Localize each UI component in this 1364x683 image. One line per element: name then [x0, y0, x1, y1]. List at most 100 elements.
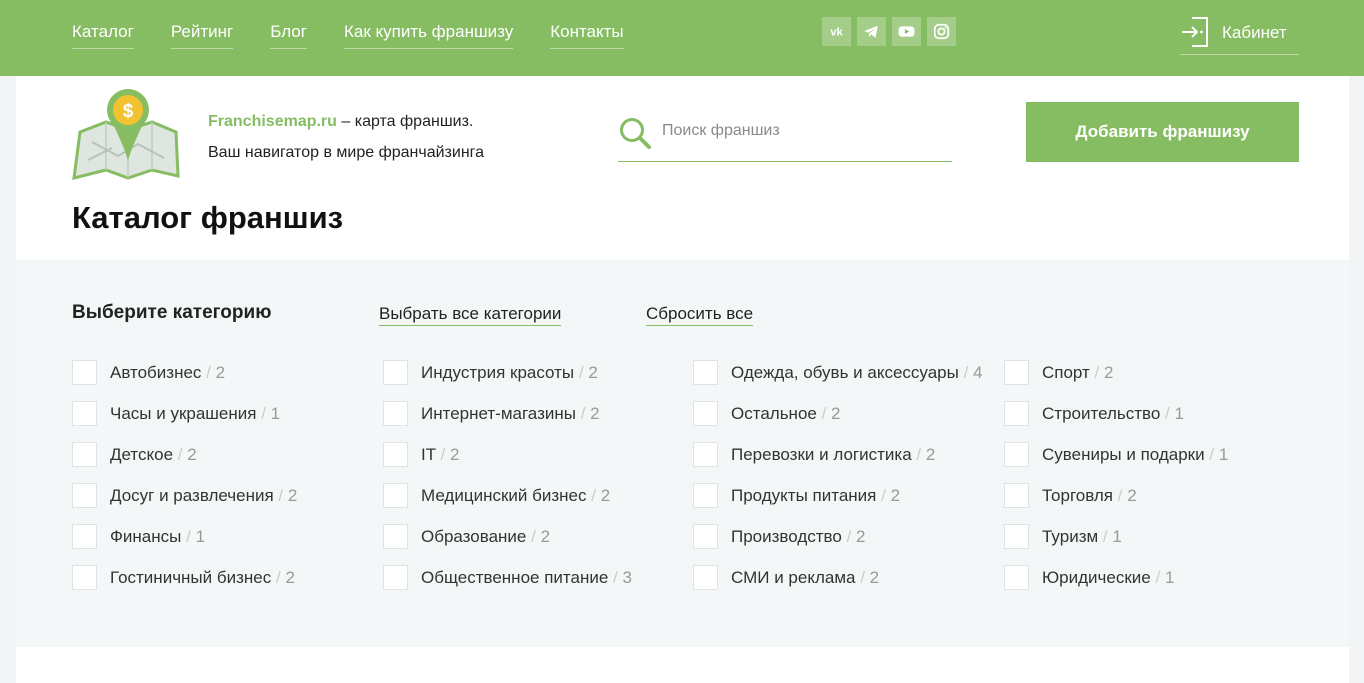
instagram-icon[interactable] — [927, 17, 956, 46]
category-name: Одежда, обувь и аксессуары — [731, 363, 959, 382]
category-item[interactable]: Остальное 2 — [693, 401, 983, 426]
category-checkbox[interactable] — [1004, 524, 1029, 549]
category-item[interactable]: СМИ и реклама 2 — [693, 565, 983, 590]
category-checkbox[interactable] — [72, 483, 97, 508]
category-count: 2 — [881, 486, 900, 505]
category-checkbox[interactable] — [1004, 401, 1029, 426]
category-item[interactable]: Продукты питания 2 — [693, 483, 983, 508]
nav-catalog[interactable]: Каталог — [72, 22, 134, 49]
category-label: Интернет-магазины 2 — [421, 401, 600, 426]
vk-icon[interactable]: vk — [822, 17, 851, 46]
category-item[interactable]: Торговля 2 — [1004, 483, 1294, 508]
category-count: 1 — [1209, 445, 1228, 464]
category-item[interactable]: Детское 2 — [72, 442, 362, 467]
category-name: Сувениры и подарки — [1042, 445, 1205, 464]
category-label: Остальное 2 — [731, 401, 841, 426]
telegram-icon[interactable] — [857, 17, 886, 46]
category-item[interactable]: Общественное питание 3 — [383, 565, 673, 590]
category-item[interactable]: Интернет-магазины 2 — [383, 401, 673, 426]
category-checkbox[interactable] — [383, 483, 408, 508]
category-checkbox[interactable] — [72, 565, 97, 590]
map-coin-pin-logo[interactable]: $ — [72, 86, 182, 182]
category-count: 1 — [261, 404, 280, 423]
category-count: 4 — [964, 363, 983, 382]
search-box — [618, 114, 952, 162]
category-count: 1 — [1165, 404, 1184, 423]
category-item[interactable]: Часы и украшения 1 — [72, 401, 362, 426]
category-count: 2 — [860, 568, 879, 587]
category-count: 2 — [278, 486, 297, 505]
category-checkbox[interactable] — [1004, 442, 1029, 467]
category-name: Производство — [731, 527, 842, 546]
category-count: 2 — [916, 445, 935, 464]
category-item[interactable]: Одежда, обувь и аксессуары 4 — [693, 360, 983, 385]
category-name: СМИ и реклама — [731, 568, 856, 587]
category-item[interactable]: Строительство 1 — [1004, 401, 1294, 426]
category-checkbox[interactable] — [72, 401, 97, 426]
category-name: Часы и украшения — [110, 404, 257, 423]
category-checkbox[interactable] — [72, 524, 97, 549]
category-item[interactable]: IT 2 — [383, 442, 673, 467]
category-checkbox[interactable] — [693, 401, 718, 426]
category-checkbox[interactable] — [383, 565, 408, 590]
category-checkbox[interactable] — [72, 442, 97, 467]
category-label: Перевозки и логистика 2 — [731, 442, 935, 467]
category-item[interactable]: Сувениры и подарки 1 — [1004, 442, 1294, 467]
category-checkbox[interactable] — [383, 360, 408, 385]
category-count: 2 — [1118, 486, 1137, 505]
search-icon[interactable] — [618, 116, 652, 150]
svg-text:vk: vk — [830, 26, 843, 38]
category-item[interactable]: Производство 2 — [693, 524, 983, 549]
category-item[interactable]: Гостиничный бизнес 2 — [72, 565, 362, 590]
category-item[interactable]: Индустрия красоты 2 — [383, 360, 673, 385]
category-item[interactable]: Образование 2 — [383, 524, 673, 549]
category-checkbox[interactable] — [693, 483, 718, 508]
category-checkbox[interactable] — [693, 524, 718, 549]
category-label: СМИ и реклама 2 — [731, 565, 879, 590]
tagline-line2: Ваш навигатор в мире франчайзинга — [208, 144, 485, 161]
category-name: IT — [421, 445, 436, 464]
category-label: Юридические 1 — [1042, 565, 1174, 590]
category-checkbox[interactable] — [72, 360, 97, 385]
nav-how-to-buy[interactable]: Как купить франшизу — [343, 22, 514, 49]
nav-blog[interactable]: Блог — [270, 22, 307, 49]
nav-contacts[interactable]: Контакты — [550, 22, 624, 49]
category-label: Одежда, обувь и аксессуары 4 — [731, 360, 983, 385]
cabinet-link[interactable]: Кабинет — [1180, 16, 1299, 55]
category-name: Юридические — [1042, 568, 1151, 587]
category-item[interactable]: Перевозки и логистика 2 — [693, 442, 983, 467]
category-checkbox[interactable] — [1004, 483, 1029, 508]
category-item[interactable]: Туризм 1 — [1004, 524, 1294, 549]
category-checkbox[interactable] — [693, 442, 718, 467]
category-checkbox[interactable] — [1004, 565, 1029, 590]
nav-rating[interactable]: Рейтинг — [170, 22, 234, 49]
category-name: Общественное питание — [421, 568, 609, 587]
category-checkbox[interactable] — [383, 524, 408, 549]
add-franchise-button[interactable]: Добавить франшизу — [1026, 102, 1299, 162]
category-checkbox[interactable] — [693, 565, 718, 590]
category-label: Образование 2 — [421, 524, 550, 549]
category-name: Финансы — [110, 527, 182, 546]
youtube-icon[interactable] — [892, 17, 921, 46]
category-label: Финансы 1 — [110, 524, 205, 549]
category-checkbox[interactable] — [1004, 360, 1029, 385]
category-item[interactable]: Автобизнес 2 — [72, 360, 362, 385]
category-item[interactable]: Спорт 2 — [1004, 360, 1294, 385]
brand-name[interactable]: Franchisemap.ru — [208, 113, 337, 130]
category-item[interactable]: Досуг и развлечения 2 — [72, 483, 362, 508]
category-count: 2 — [847, 527, 866, 546]
category-checkbox[interactable] — [383, 401, 408, 426]
category-name: Торговля — [1042, 486, 1114, 505]
category-item[interactable]: Медицинский бизнес 2 — [383, 483, 673, 508]
category-count: 2 — [1095, 363, 1114, 382]
category-checkbox[interactable] — [693, 360, 718, 385]
category-name: Перевозки и логистика — [731, 445, 912, 464]
category-count: 2 — [206, 363, 225, 382]
reset-all-link[interactable]: Сбросить все — [646, 304, 754, 326]
category-checkbox[interactable] — [383, 442, 408, 467]
select-all-link[interactable]: Выбрать все категории — [379, 304, 562, 326]
category-item[interactable]: Юридические 1 — [1004, 565, 1294, 590]
category-item[interactable]: Финансы 1 — [72, 524, 362, 549]
category-count: 2 — [579, 363, 598, 382]
search-input[interactable] — [662, 118, 942, 144]
